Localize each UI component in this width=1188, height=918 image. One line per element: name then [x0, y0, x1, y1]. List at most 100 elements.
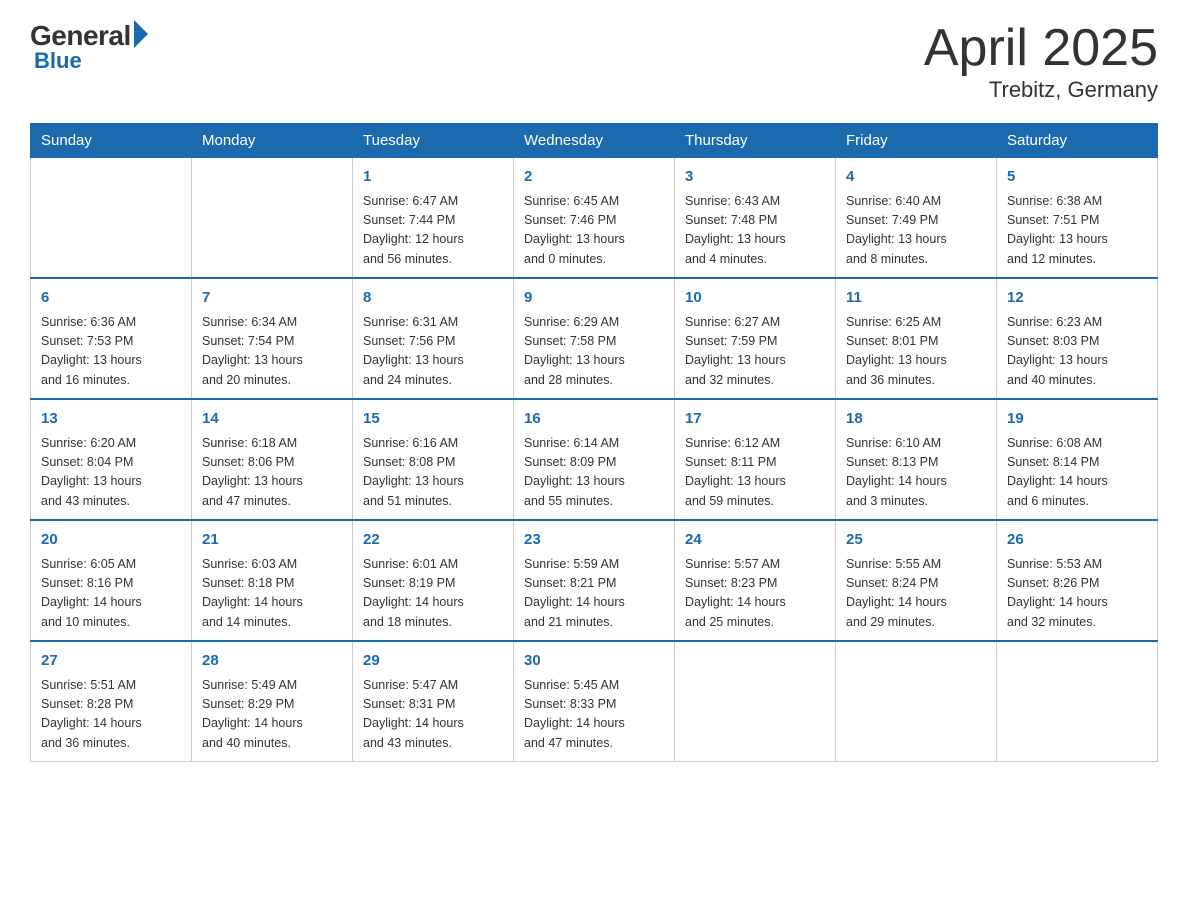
day-info-27: Sunrise: 5:51 AMSunset: 8:28 PMDaylight:…: [41, 676, 181, 754]
day-cell-16: 16Sunrise: 6:14 AMSunset: 8:09 PMDayligh…: [514, 399, 675, 520]
day-cell-4: 4 Sunrise: 6:40 AMSunset: 7:49 PMDaylight…: [836, 158, 997, 279]
day-info-25: Sunrise: 5:55 AMSunset: 8:24 PMDaylight:…: [846, 555, 986, 633]
day-info-20: Sunrise: 6:05 AMSunset: 8:16 PMDaylight:…: [41, 555, 181, 633]
day-cell-15: 15 Sunrise: 6:16 AMSunset: 8:08 PMDayligh…: [353, 399, 514, 520]
calendar-header-row: SundayMondayTuesdayWednesdayThursdayFrid…: [31, 124, 1158, 158]
day-info-2: Sunrise: 6:45 AMSunset: 7:46 PMDaylight:…: [524, 192, 664, 270]
day-number-13: 13: [41, 408, 181, 431]
day-cell-8: 8 Sunrise: 6:31 AMSunset: 7:56 PMDaylight…: [353, 278, 514, 399]
week-row-2: 6 Sunrise: 6:36 AMSunset: 7:53 PMDaylight…: [31, 278, 1158, 399]
day-cell-5: 5Sunrise: 6:38 AMSunset: 7:51 PMDaylight…: [997, 158, 1158, 279]
day-info-14: Sunrise: 6:18 AMSunset: 8:06 PMDaylight:…: [202, 434, 342, 512]
day-info-21: Sunrise: 6:03 AMSunset: 8:18 PMDaylight:…: [202, 555, 342, 633]
day-number-4: 4: [846, 166, 986, 189]
logo: General Blue: [30, 20, 148, 74]
day-cell-26: 26 Sunrise: 5:53 AMSunset: 8:26 PMDayligh…: [997, 520, 1158, 641]
day-cell-9: 9 Sunrise: 6:29 AMSunset: 7:58 PMDaylight…: [514, 278, 675, 399]
day-number-2: 2: [524, 166, 664, 189]
day-number-21: 21: [202, 529, 342, 552]
column-header-monday: Monday: [192, 124, 353, 158]
day-info-23: Sunrise: 5:59 AMSunset: 8:21 PMDaylight:…: [524, 555, 664, 633]
day-info-26: Sunrise: 5:53 AMSunset: 8:26 PMDaylight:…: [1007, 555, 1147, 633]
week-row-5: 27 Sunrise: 5:51 AMSunset: 8:28 PMDayligh…: [31, 641, 1158, 762]
day-cell-19: 19 Sunrise: 6:08 AMSunset: 8:14 PMDayligh…: [997, 399, 1158, 520]
week-row-1: 1 Sunrise: 6:47 AMSunset: 7:44 PMDaylight…: [31, 158, 1158, 279]
day-number-25: 25: [846, 529, 986, 552]
calendar-table: SundayMondayTuesdayWednesdayThursdayFrid…: [30, 123, 1158, 762]
day-info-8: Sunrise: 6:31 AMSunset: 7:56 PMDaylight:…: [363, 313, 503, 391]
calendar-title-block: April 2025 Trebitz, Germany: [924, 20, 1158, 103]
day-cell-14: 14 Sunrise: 6:18 AMSunset: 8:06 PMDayligh…: [192, 399, 353, 520]
day-number-8: 8: [363, 287, 503, 310]
day-info-15: Sunrise: 6:16 AMSunset: 8:08 PMDaylight:…: [363, 434, 503, 512]
calendar-location: Trebitz, Germany: [924, 77, 1158, 103]
day-number-18: 18: [846, 408, 986, 431]
day-number-20: 20: [41, 529, 181, 552]
day-number-9: 9: [524, 287, 664, 310]
day-info-22: Sunrise: 6:01 AMSunset: 8:19 PMDaylight:…: [363, 555, 503, 633]
day-number-5: 5: [1007, 166, 1147, 189]
day-cell-30: 30Sunrise: 5:45 AMSunset: 8:33 PMDayligh…: [514, 641, 675, 762]
day-number-23: 23: [524, 529, 664, 552]
day-info-24: Sunrise: 5:57 AMSunset: 8:23 PMDaylight:…: [685, 555, 825, 633]
day-number-11: 11: [846, 287, 986, 310]
day-number-1: 1: [363, 166, 503, 189]
day-info-1: Sunrise: 6:47 AMSunset: 7:44 PMDaylight:…: [363, 192, 503, 270]
day-info-11: Sunrise: 6:25 AMSunset: 8:01 PMDaylight:…: [846, 313, 986, 391]
day-info-28: Sunrise: 5:49 AMSunset: 8:29 PMDaylight:…: [202, 676, 342, 754]
day-number-12: 12: [1007, 287, 1147, 310]
logo-blue-text: Blue: [34, 48, 82, 74]
day-number-7: 7: [202, 287, 342, 310]
day-cell-29: 29 Sunrise: 5:47 AMSunset: 8:31 PMDayligh…: [353, 641, 514, 762]
day-info-13: Sunrise: 6:20 AMSunset: 8:04 PMDaylight:…: [41, 434, 181, 512]
day-number-22: 22: [363, 529, 503, 552]
day-info-6: Sunrise: 6:36 AMSunset: 7:53 PMDaylight:…: [41, 313, 181, 391]
empty-cell: [836, 641, 997, 762]
day-cell-12: 12 Sunrise: 6:23 AMSunset: 8:03 PMDayligh…: [997, 278, 1158, 399]
day-info-9: Sunrise: 6:29 AMSunset: 7:58 PMDaylight:…: [524, 313, 664, 391]
week-row-3: 13 Sunrise: 6:20 AMSunset: 8:04 PMDayligh…: [31, 399, 1158, 520]
day-number-6: 6: [41, 287, 181, 310]
day-cell-24: 24 Sunrise: 5:57 AMSunset: 8:23 PMDayligh…: [675, 520, 836, 641]
day-cell-2: 2 Sunrise: 6:45 AMSunset: 7:46 PMDaylight…: [514, 158, 675, 279]
day-info-16: Sunrise: 6:14 AMSunset: 8:09 PMDaylight:…: [524, 434, 664, 512]
day-number-26: 26: [1007, 529, 1147, 552]
day-cell-13: 13 Sunrise: 6:20 AMSunset: 8:04 PMDayligh…: [31, 399, 192, 520]
column-header-sunday: Sunday: [31, 124, 192, 158]
empty-cell: [997, 641, 1158, 762]
day-info-17: Sunrise: 6:12 AMSunset: 8:11 PMDaylight:…: [685, 434, 825, 512]
week-row-4: 20 Sunrise: 6:05 AMSunset: 8:16 PMDayligh…: [31, 520, 1158, 641]
day-cell-11: 11 Sunrise: 6:25 AMSunset: 8:01 PMDayligh…: [836, 278, 997, 399]
day-number-24: 24: [685, 529, 825, 552]
column-header-friday: Friday: [836, 124, 997, 158]
day-number-10: 10: [685, 287, 825, 310]
day-cell-17: 17Sunrise: 6:12 AMSunset: 8:11 PMDayligh…: [675, 399, 836, 520]
day-cell-18: 18 Sunrise: 6:10 AMSunset: 8:13 PMDayligh…: [836, 399, 997, 520]
empty-cell: [192, 158, 353, 279]
day-number-29: 29: [363, 650, 503, 673]
day-cell-27: 27 Sunrise: 5:51 AMSunset: 8:28 PMDayligh…: [31, 641, 192, 762]
day-number-15: 15: [363, 408, 503, 431]
day-info-10: Sunrise: 6:27 AMSunset: 7:59 PMDaylight:…: [685, 313, 825, 391]
day-info-7: Sunrise: 6:34 AMSunset: 7:54 PMDaylight:…: [202, 313, 342, 391]
day-cell-28: 28Sunrise: 5:49 AMSunset: 8:29 PMDayligh…: [192, 641, 353, 762]
day-number-30: 30: [524, 650, 664, 673]
column-header-tuesday: Tuesday: [353, 124, 514, 158]
day-info-19: Sunrise: 6:08 AMSunset: 8:14 PMDaylight:…: [1007, 434, 1147, 512]
day-cell-7: 7 Sunrise: 6:34 AMSunset: 7:54 PMDaylight…: [192, 278, 353, 399]
day-info-4: Sunrise: 6:40 AMSunset: 7:49 PMDaylight:…: [846, 192, 986, 270]
day-info-29: Sunrise: 5:47 AMSunset: 8:31 PMDaylight:…: [363, 676, 503, 754]
day-number-14: 14: [202, 408, 342, 431]
column-header-thursday: Thursday: [675, 124, 836, 158]
day-cell-6: 6 Sunrise: 6:36 AMSunset: 7:53 PMDaylight…: [31, 278, 192, 399]
column-header-saturday: Saturday: [997, 124, 1158, 158]
day-info-18: Sunrise: 6:10 AMSunset: 8:13 PMDaylight:…: [846, 434, 986, 512]
day-number-27: 27: [41, 650, 181, 673]
empty-cell: [31, 158, 192, 279]
day-cell-23: 23 Sunrise: 5:59 AMSunset: 8:21 PMDayligh…: [514, 520, 675, 641]
day-cell-10: 10 Sunrise: 6:27 AMSunset: 7:59 PMDayligh…: [675, 278, 836, 399]
day-cell-1: 1 Sunrise: 6:47 AMSunset: 7:44 PMDaylight…: [353, 158, 514, 279]
page-header: General Blue April 2025 Trebitz, Germany: [30, 20, 1158, 103]
day-info-12: Sunrise: 6:23 AMSunset: 8:03 PMDaylight:…: [1007, 313, 1147, 391]
day-number-19: 19: [1007, 408, 1147, 431]
